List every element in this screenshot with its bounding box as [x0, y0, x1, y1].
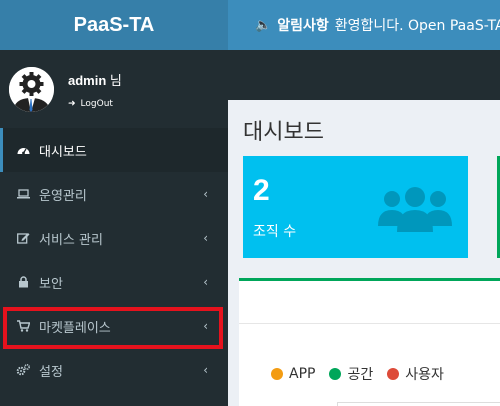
sidebar-item-label: 대시보드: [39, 144, 87, 160]
page-title: 대시보드: [243, 120, 324, 145]
stats-panel: APP 공간 사용자: [239, 278, 500, 406]
users-icon: [376, 186, 454, 236]
sidebar-item-label: 설정: [39, 364, 63, 380]
user-panel: admin 님 ➜ LogOut: [0, 50, 228, 128]
org-count-label: 조직 수: [253, 224, 297, 240]
main-content: 대시보드 2 조직 수 APP 공간 사용자: [228, 100, 500, 406]
sidebar-item-label: 서비스 관리: [39, 232, 103, 248]
legend-label: 공간: [347, 367, 374, 383]
gear-icon: [9, 66, 54, 112]
sidebar-item-settings[interactable]: 설정 ‹: [0, 348, 228, 392]
org-count-box[interactable]: 2 조직 수: [243, 156, 468, 258]
legend-dot: [387, 368, 400, 380]
chevron-left-icon: ‹: [203, 275, 208, 289]
legend-label: APP: [289, 366, 316, 382]
top-navbar: 🔈 알림사항 환영합니다. Open PaaS-TA: [228, 0, 500, 50]
legend-item-app: APP: [271, 366, 315, 382]
panel-divider: [239, 323, 500, 324]
sidebar-item-service-management[interactable]: 서비스 관리 ‹: [0, 216, 228, 260]
logout-label: LogOut: [80, 98, 113, 109]
notice-text: 환영합니다. Open PaaS-TA: [334, 18, 500, 34]
sidebar-item-security[interactable]: 보안 ‹: [0, 260, 228, 304]
legend-dot: [271, 368, 283, 380]
speaker-icon: 🔈: [255, 17, 272, 33]
laptop-icon: [16, 189, 30, 199]
legend-label: 사용자: [405, 367, 444, 383]
sidebar: admin 님 ➜ LogOut 대시보드 운영관리 ‹ 서비스 관리 ‹ 보안…: [0, 50, 228, 406]
sidebar-item-label: 보안: [39, 276, 63, 292]
legend-item-user: 사용자: [387, 364, 444, 384]
sidebar-menu: 대시보드 운영관리 ‹ 서비스 관리 ‹ 보안 ‹ 마켓플레이스 ‹ 설정 ‹: [0, 128, 228, 392]
sidebar-item-label: 운영관리: [39, 188, 87, 204]
marketplace-highlight-box: [3, 307, 223, 349]
logout-link[interactable]: ➜ LogOut: [68, 99, 122, 109]
notice-title: 알림사항: [277, 18, 329, 34]
chart-area: [337, 402, 500, 406]
user-name: admin 님: [68, 72, 122, 88]
gears-icon: [16, 364, 30, 376]
lock-icon: [16, 276, 30, 288]
avatar: [9, 66, 54, 112]
legend-item-space: 공간: [329, 364, 373, 384]
legend-dot: [329, 368, 342, 380]
chevron-left-icon: ‹: [203, 231, 208, 245]
content-header-strip: [228, 50, 500, 100]
chart-legend: APP 공간 사용자: [271, 364, 444, 384]
org-count-value: 2: [253, 174, 270, 207]
sidebar-item-operations[interactable]: 운영관리 ‹: [0, 172, 228, 216]
sidebar-item-dashboard[interactable]: 대시보드: [0, 128, 228, 172]
chevron-left-icon: ‹: [203, 187, 208, 201]
chevron-left-icon: ‹: [203, 363, 208, 377]
edit-icon: [16, 232, 30, 244]
brand-logo[interactable]: PaaS-TA: [0, 0, 228, 50]
dashboard-icon: [16, 145, 30, 155]
logout-icon: ➜: [68, 98, 76, 109]
